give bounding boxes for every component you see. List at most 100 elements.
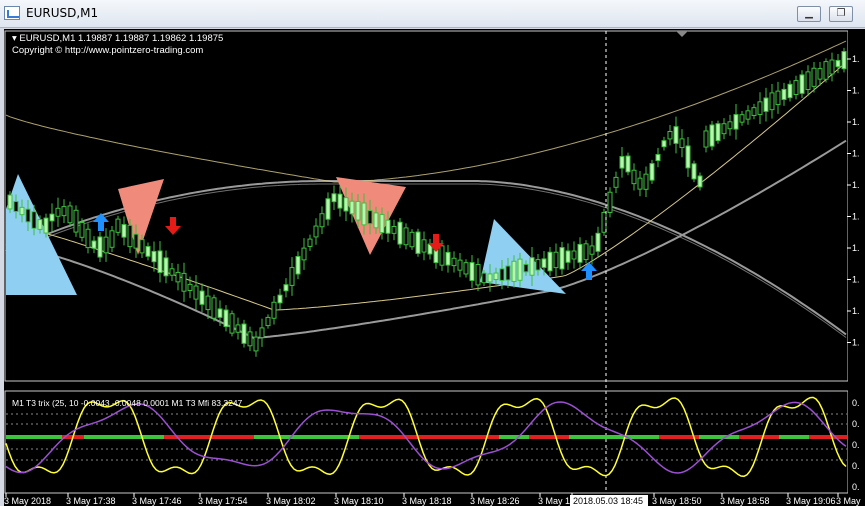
candle-body <box>775 90 781 106</box>
candle-body <box>247 331 253 347</box>
candle-body <box>361 202 367 226</box>
candle-body <box>625 155 631 173</box>
candle-body <box>43 217 49 234</box>
candle-body <box>541 258 547 268</box>
price-axis-label: 1. <box>852 275 860 285</box>
candle-body <box>799 74 805 94</box>
candle-body <box>187 283 193 291</box>
candle-body <box>523 263 529 273</box>
candle-body <box>79 222 85 238</box>
candle-body <box>37 219 43 230</box>
candle-body <box>421 239 427 253</box>
candle-body <box>277 294 283 304</box>
indicator-axis-label: 0. <box>852 461 860 471</box>
indicator-axis-label: 0. <box>852 482 860 492</box>
candle-body <box>97 236 103 258</box>
shift-marker-icon <box>676 31 688 37</box>
time-axis-label: 3 May 18:10 <box>334 496 384 506</box>
candle-body <box>337 193 343 209</box>
candle-body <box>109 230 115 248</box>
candle-body <box>55 207 61 217</box>
candle-body <box>661 140 667 148</box>
time-axis-label: 3 May 18:02 <box>266 496 316 506</box>
buy-arrow-icon <box>93 213 109 231</box>
candle-body <box>649 163 655 181</box>
candle-body <box>553 251 559 269</box>
price-axis-label: 1. <box>852 86 860 96</box>
candle-body <box>271 301 277 319</box>
candle-body <box>415 231 421 254</box>
candle-body <box>829 59 835 75</box>
candle-body <box>67 205 73 224</box>
outer-band-line <box>5 40 847 183</box>
candle-body <box>577 243 583 263</box>
candle-body <box>295 256 301 275</box>
candle-body <box>481 272 487 284</box>
time-axis-label: 3 May 17:54 <box>198 496 248 506</box>
candle-body <box>547 251 553 272</box>
candle-body <box>559 247 565 270</box>
candle-body <box>517 258 523 281</box>
candle-body <box>355 200 361 221</box>
price-axis-label: 1. <box>852 149 860 159</box>
candle-body <box>601 211 607 233</box>
time-axis-label: 3 May 18:18 <box>402 496 452 506</box>
candle-body <box>175 271 181 283</box>
candle-body <box>835 59 841 68</box>
restore-button[interactable]: ❐ <box>829 6 853 22</box>
candle-body <box>703 130 709 148</box>
candle-body <box>241 323 247 344</box>
indicator-label: M1 T3 trix (25, 10 -0.0043 -0.0048 0.000… <box>12 398 243 408</box>
candle-body <box>757 101 763 115</box>
indicator-axis-label: 0. <box>852 419 860 429</box>
candle-body <box>733 114 739 130</box>
window-title: EURUSD,M1 <box>26 6 99 20</box>
candle-body <box>637 177 643 190</box>
buy-arrow-icon <box>581 262 597 280</box>
window-titlebar: EURUSD,M1 ▁ ❐ <box>0 0 865 28</box>
candle-body <box>379 214 385 234</box>
price-axis-label: 1. <box>852 117 860 127</box>
candle-body <box>439 245 445 266</box>
time-axis-label: 3 May 19:06 <box>786 496 836 506</box>
candle-body <box>145 246 151 257</box>
candle-body <box>307 238 313 247</box>
candle-body <box>319 213 325 228</box>
time-axis-label: 3 May 2018 <box>4 496 51 506</box>
candle-body <box>469 262 475 281</box>
candle-body <box>31 211 37 229</box>
candle-body <box>535 259 541 271</box>
candle-body <box>283 284 289 292</box>
candle-body <box>265 316 271 327</box>
candle-body <box>133 233 139 249</box>
time-axis-label: 3 May 17:46 <box>132 496 182 506</box>
candle-body <box>445 251 451 266</box>
candle-body <box>385 219 391 234</box>
symbol-info-line: ▾ EURUSD,M1 1.19887 1.19887 1.19862 1.19… <box>12 33 224 44</box>
candle-body <box>85 228 91 249</box>
candle-body <box>739 114 745 123</box>
candle-body <box>817 68 823 80</box>
candle-body <box>289 267 295 286</box>
candle-body <box>667 131 673 140</box>
candle-body <box>367 210 373 225</box>
candle-body <box>373 212 379 229</box>
indicator-axis-label: 0. <box>852 440 860 450</box>
candle-body <box>841 51 847 70</box>
candle-body <box>91 240 97 249</box>
time-axis-label: 3 May 18:50 <box>652 496 702 506</box>
candle-body <box>499 268 505 281</box>
candle-body <box>13 201 19 212</box>
candle-body <box>115 218 121 233</box>
candle-body <box>583 243 589 261</box>
price-axis-label: 1. <box>852 180 860 190</box>
candle-body <box>643 173 649 190</box>
price-axis-label: 1. <box>852 306 860 316</box>
minimize-button[interactable]: ▁ <box>797 6 821 22</box>
candle-body <box>685 145 691 169</box>
chart-canvas[interactable]: 1. 1. 1. 1. 1. 1. 1. 1. 1. 1. 0. 0. 0. 0. 0. 3 May 2018… <box>4 29 865 506</box>
candle-body <box>343 197 349 212</box>
candle-body <box>397 221 403 245</box>
chart-area[interactable]: 1. 1. 1. 1. 1. 1. 1. 1. 1. 1. 0. 0. 0. 0. 0. 3 May 2018… <box>4 29 865 506</box>
candle-body <box>61 206 67 217</box>
